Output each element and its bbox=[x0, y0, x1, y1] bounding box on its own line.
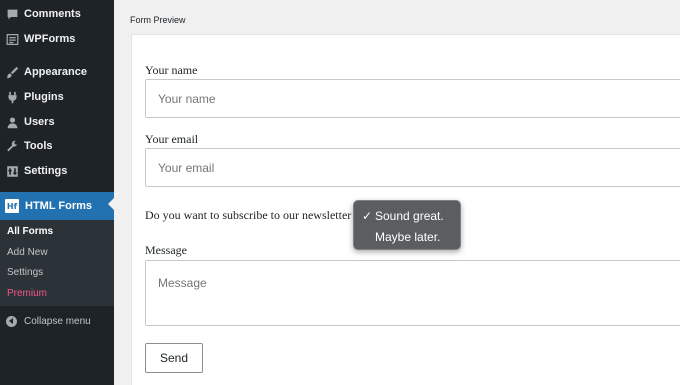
sidebar-item-label: WPForms bbox=[24, 33, 76, 45]
admin-sidebar: Comments WPForms Appearance Plugins User… bbox=[0, 0, 114, 385]
html-forms-logo-icon: Hf bbox=[5, 199, 19, 213]
newsletter-options-popup: ✓ Sound great. Maybe later. bbox=[353, 200, 461, 250]
settings-icon bbox=[5, 164, 19, 178]
message-label: Message bbox=[145, 243, 187, 257]
collapse-arrow-icon bbox=[6, 315, 17, 327]
users-icon bbox=[5, 115, 19, 129]
message-textarea[interactable]: Message bbox=[145, 260, 680, 326]
option-sound-great[interactable]: ✓ Sound great. bbox=[362, 209, 444, 223]
collapse-menu-label: Collapse menu bbox=[24, 315, 91, 327]
name-label: Your name bbox=[145, 63, 198, 77]
email-input[interactable]: Your email bbox=[145, 148, 680, 187]
name-placeholder: Your name bbox=[158, 92, 216, 106]
sidebar-item-label: Appearance bbox=[24, 66, 87, 78]
sidebar-item-label: Tools bbox=[24, 140, 53, 152]
email-placeholder: Your email bbox=[158, 161, 215, 175]
tools-wrench-icon bbox=[5, 139, 19, 153]
sidebar-item-label: HTML Forms bbox=[25, 200, 93, 212]
option-label: Maybe later. bbox=[375, 230, 441, 244]
send-button[interactable]: Send bbox=[145, 343, 203, 373]
sidebar-item-label: Comments bbox=[24, 8, 81, 20]
sidebar-item-settings[interactable]: Settings bbox=[0, 159, 114, 183]
comments-icon bbox=[5, 7, 19, 21]
submenu-settings[interactable]: Settings bbox=[7, 267, 43, 278]
email-label: Your email bbox=[145, 132, 199, 146]
plugins-icon bbox=[5, 90, 19, 104]
sidebar-item-plugins[interactable]: Plugins bbox=[0, 85, 114, 109]
submenu-add-new[interactable]: Add New bbox=[7, 247, 48, 258]
sidebar-item-users[interactable]: Users bbox=[0, 110, 114, 134]
collapse-menu-button[interactable]: Collapse menu bbox=[0, 312, 114, 330]
html-forms-submenu: All Forms Add New Settings Premium bbox=[0, 220, 114, 306]
sidebar-item-html-forms[interactable]: Hf HTML Forms bbox=[0, 192, 114, 220]
appearance-brush-icon bbox=[5, 65, 19, 79]
sidebar-item-tools[interactable]: Tools bbox=[0, 134, 114, 158]
sidebar-item-appearance[interactable]: Appearance bbox=[0, 60, 114, 84]
submenu-all-forms[interactable]: All Forms bbox=[7, 226, 53, 237]
option-label: Sound great. bbox=[375, 209, 444, 223]
sidebar-item-wpforms[interactable]: WPForms bbox=[0, 27, 114, 51]
newsletter-label: Do you want to subscribe to our newslett… bbox=[145, 208, 352, 222]
sidebar-item-comments[interactable]: Comments bbox=[0, 2, 114, 26]
sidebar-item-label: Settings bbox=[24, 165, 68, 177]
form-preview-heading: Form Preview bbox=[130, 15, 186, 25]
checkmark-icon: ✓ bbox=[362, 209, 373, 223]
wpforms-icon bbox=[5, 32, 19, 46]
submenu-premium[interactable]: Premium bbox=[7, 288, 47, 299]
name-input[interactable]: Your name bbox=[145, 79, 680, 118]
sidebar-item-label: Plugins bbox=[24, 91, 64, 103]
message-placeholder: Message bbox=[158, 276, 207, 290]
option-maybe-later[interactable]: Maybe later. bbox=[375, 230, 440, 244]
sidebar-item-label: Users bbox=[24, 116, 55, 128]
